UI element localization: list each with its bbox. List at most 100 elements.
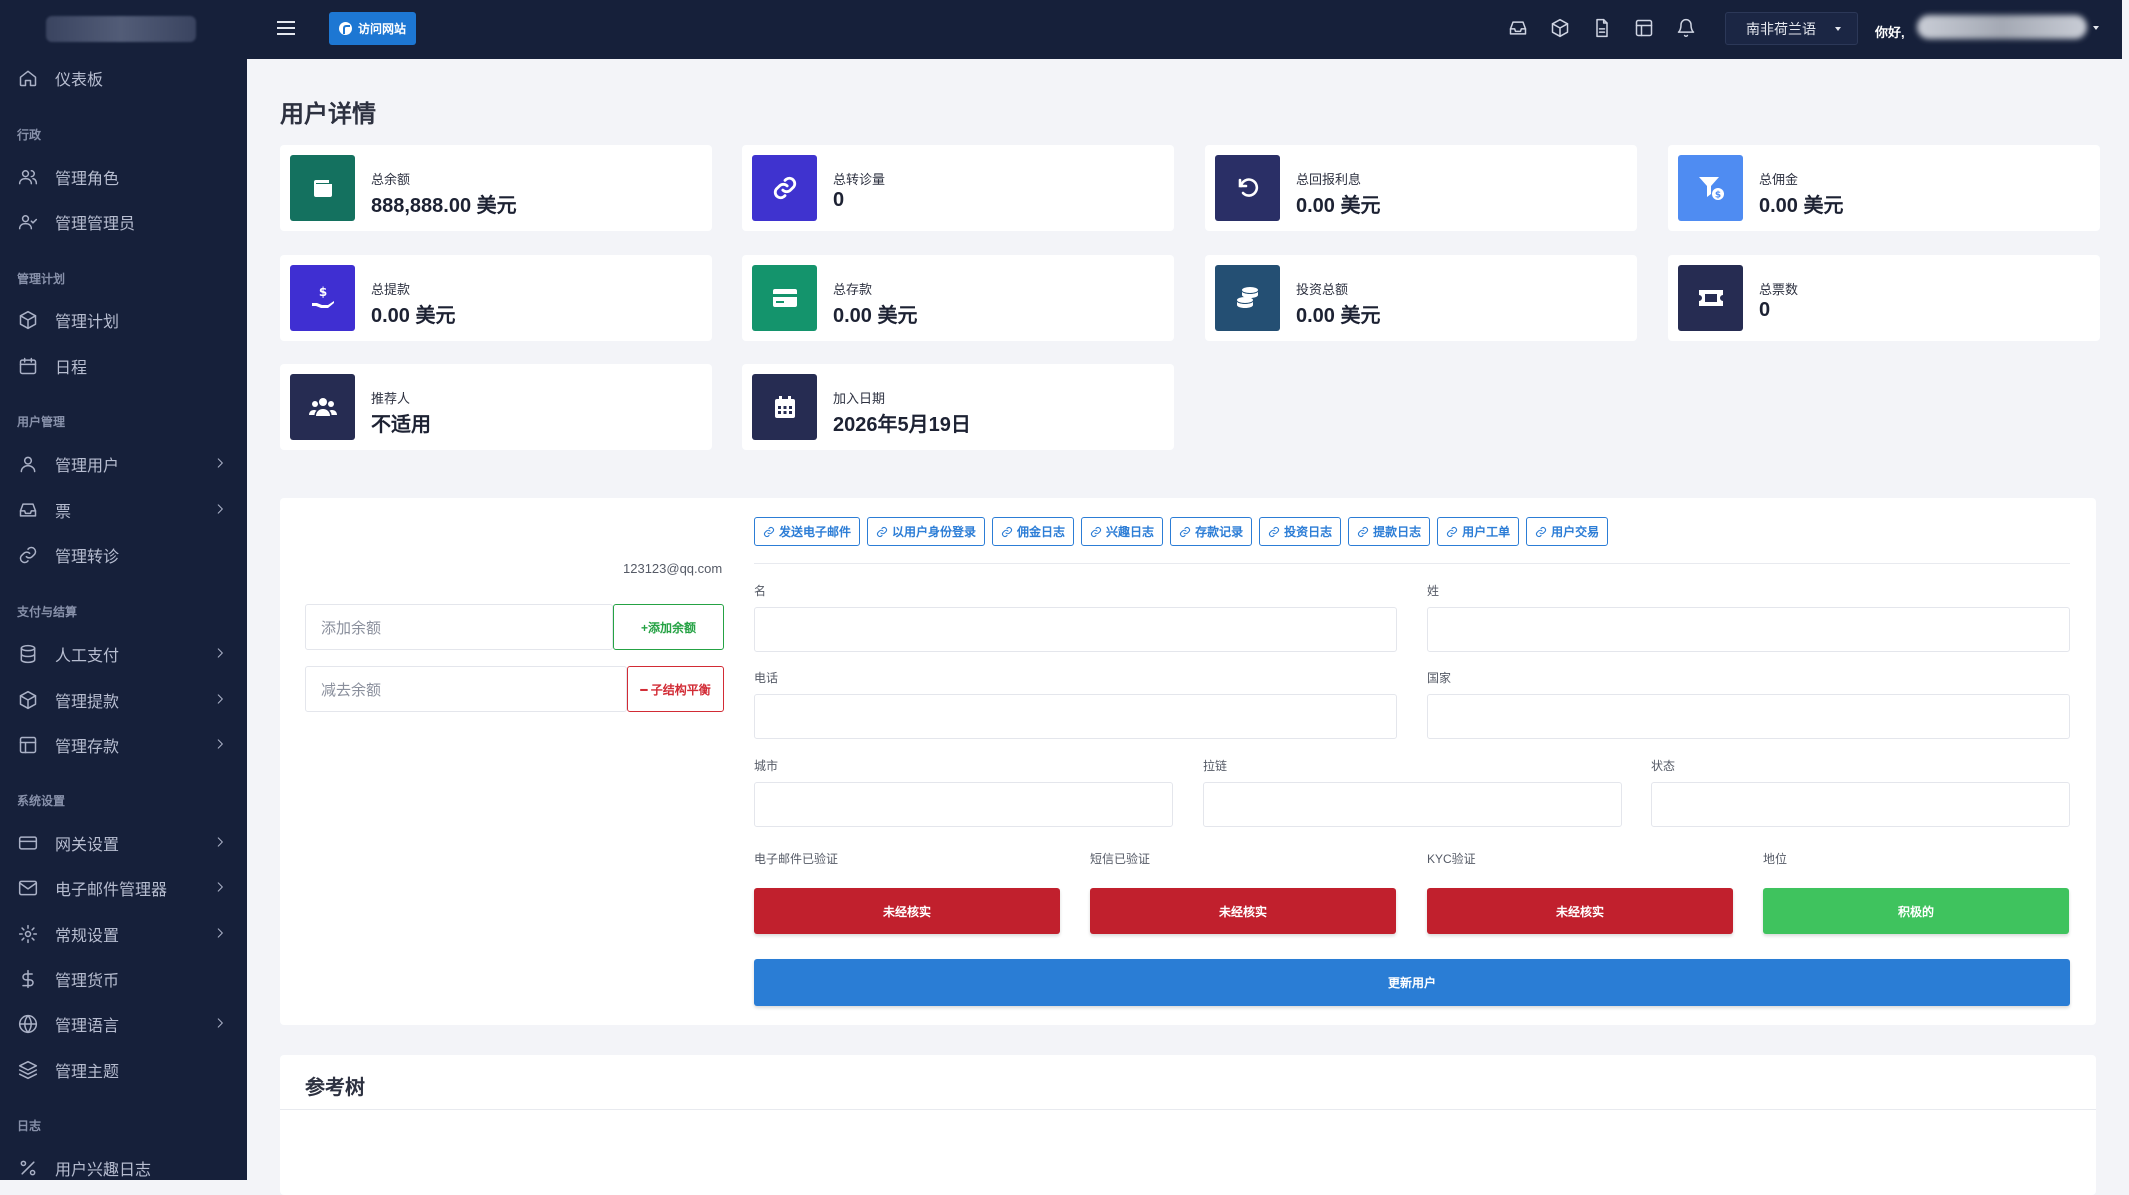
status-toggle[interactable]: 积极的 (1763, 888, 2069, 934)
stat-card-joined: 加入日期 2026年5月19日 (742, 364, 1174, 450)
subtract-balance-input[interactable]: 减去余额 (305, 666, 627, 712)
sidebar-item-general[interactable]: 常规设置 (0, 914, 247, 954)
update-user-button[interactable]: 更新用户 (754, 959, 2070, 1006)
sidebar-item-admins[interactable]: 管理管理员 (0, 202, 247, 242)
city-field[interactable] (754, 782, 1173, 827)
last-name-field[interactable] (1427, 607, 2070, 652)
link-label: 以用户身份登录 (892, 525, 977, 539)
stat-title: 推荐人 (371, 391, 411, 406)
sidebar-item-gateway[interactable]: 网关设置 (0, 823, 247, 863)
user-transactions-link[interactable]: 用户交易 (1526, 517, 1609, 546)
stat-title: 投资总额 (1296, 282, 1349, 297)
sidebar-item-interest-log[interactable]: 用户兴趣日志 (0, 1148, 247, 1180)
state-field[interactable] (1651, 782, 2070, 827)
link-icon (1002, 526, 1013, 537)
credit-card-icon (752, 265, 817, 331)
link-icon (877, 526, 888, 537)
chevron-right-icon (213, 737, 227, 756)
visit-site-button[interactable]: 访问网站 (329, 12, 417, 45)
link-label: 用户交易 (1551, 525, 1600, 539)
sidebar-item-users[interactable]: 管理用户 (0, 444, 247, 484)
layout-icon (17, 734, 39, 756)
svg-text:$: $ (318, 285, 326, 299)
add-balance-input[interactable]: 添加余额 (305, 604, 613, 650)
bell-icon[interactable] (1676, 18, 1696, 38)
divider (754, 563, 2070, 564)
sidebar-item-email-manager[interactable]: 电子邮件管理器 (0, 868, 247, 908)
language-select[interactable]: 南非荷兰语 (1725, 12, 1858, 45)
email-verified-toggle[interactable]: 未经核实 (754, 888, 1060, 934)
chevron-right-icon (213, 646, 227, 665)
zip-field[interactable] (1203, 782, 1622, 827)
sidebar-item-manual-pay[interactable]: 人工支付 (0, 634, 247, 674)
sidebar-item-roles[interactable]: 管理角色 (0, 157, 247, 197)
add-balance-button[interactable]: +添加余额 (613, 604, 724, 650)
package-icon[interactable] (1550, 18, 1570, 38)
subtract-balance-button[interactable]: ━ 子结构平衡 (627, 666, 724, 712)
status-label: 地位 (1763, 852, 1788, 866)
country-label: 国家 (1427, 671, 1452, 685)
sidebar-item-plans[interactable]: 管理计划 (0, 300, 247, 340)
commission-log-link[interactable]: 佣金日志 (992, 517, 1075, 546)
sidebar-item-tickets[interactable]: 票 (0, 490, 247, 530)
first-name-label: 名 (754, 584, 767, 598)
layout-icon[interactable] (1634, 18, 1654, 38)
user-detail-panel: 123123@qq.com 添加余额 +添加余额 减去余额 ━ 子结构平衡 发送… (280, 498, 2096, 1025)
file-text-icon[interactable] (1592, 18, 1612, 38)
link-icon (1358, 526, 1369, 537)
chevron-right-icon (213, 926, 227, 945)
login-as-user-link[interactable]: 以用户身份登录 (867, 517, 986, 546)
user-menu[interactable] (1917, 15, 2087, 39)
language-value: 南非荷兰语 (1746, 20, 1816, 37)
database-icon (17, 643, 39, 665)
sidebar-item-label: 人工支付 (55, 648, 120, 665)
user-tickets-link[interactable]: 用户工单 (1437, 517, 1520, 546)
phone-label: 电话 (754, 671, 779, 685)
interest-log-link[interactable]: 兴趣日志 (1081, 517, 1164, 546)
sidebar-item-dashboard[interactable]: 仪表板 (0, 58, 247, 98)
sidebar-item-theme[interactable]: 管理主题 (0, 1050, 247, 1090)
stat-title: 总佣金 (1759, 172, 1799, 187)
chevron-right-icon (213, 880, 227, 899)
menu-icon[interactable] (277, 20, 295, 36)
inbox-icon[interactable] (1508, 18, 1528, 38)
sidebar-item-schedule[interactable]: 日程 (0, 346, 247, 386)
sidebar-item-deposits[interactable]: 管理存款 (0, 725, 247, 765)
user-action-links: 发送电子邮件 以用户身份登录 佣金日志 兴趣日志 存款记录 投资日志 提款日志 … (754, 517, 1609, 546)
link-icon (1091, 526, 1102, 537)
phone-field[interactable] (754, 694, 1397, 739)
stat-title: 总票数 (1759, 282, 1799, 297)
logo[interactable] (46, 16, 196, 42)
first-name-field[interactable] (754, 607, 1397, 652)
sidebar-item-language[interactable]: 管理语言 (0, 1004, 247, 1044)
sidebar-item-label: 管理货币 (55, 973, 120, 990)
kyc-toggle[interactable]: 未经核实 (1427, 888, 1733, 934)
caret-down-icon[interactable] (2093, 26, 2099, 30)
stat-value: 888,888.00 美元 (371, 195, 517, 217)
globe-icon (17, 1013, 39, 1035)
sidebar-item-withdrawals[interactable]: 管理提款 (0, 680, 247, 720)
stat-card-tickets: 总票数 0 (1668, 255, 2100, 341)
link-icon (763, 526, 775, 537)
stat-title: 总提款 (371, 282, 411, 297)
city-label: 城市 (754, 759, 779, 773)
country-field[interactable] (1427, 694, 2070, 739)
stat-title: 总转诊量 (833, 172, 886, 187)
sms-verified-toggle[interactable]: 未经核实 (1090, 888, 1396, 934)
zip-label: 拉链 (1203, 759, 1228, 773)
stat-value: 0 (1759, 299, 1771, 321)
link-icon (17, 544, 39, 566)
withdraw-log-link[interactable]: 提款日志 (1348, 517, 1431, 546)
user-email: 123123@qq.com (623, 561, 723, 576)
sidebar-item-label: 日程 (55, 360, 88, 377)
link-icon (1447, 526, 1458, 537)
link-label: 兴趣日志 (1106, 525, 1155, 539)
state-label: 状态 (1651, 759, 1676, 773)
deposit-records-link[interactable]: 存款记录 (1170, 517, 1253, 546)
sidebar-item-transfers[interactable]: 管理转诊 (0, 535, 247, 575)
sidebar-item-label: 网关设置 (55, 837, 120, 854)
sidebar-item-currency[interactable]: 管理货币 (0, 959, 247, 999)
link-icon (1180, 526, 1191, 537)
investment-log-link[interactable]: 投资日志 (1259, 517, 1342, 546)
send-email-link[interactable]: 发送电子邮件 (754, 517, 861, 546)
